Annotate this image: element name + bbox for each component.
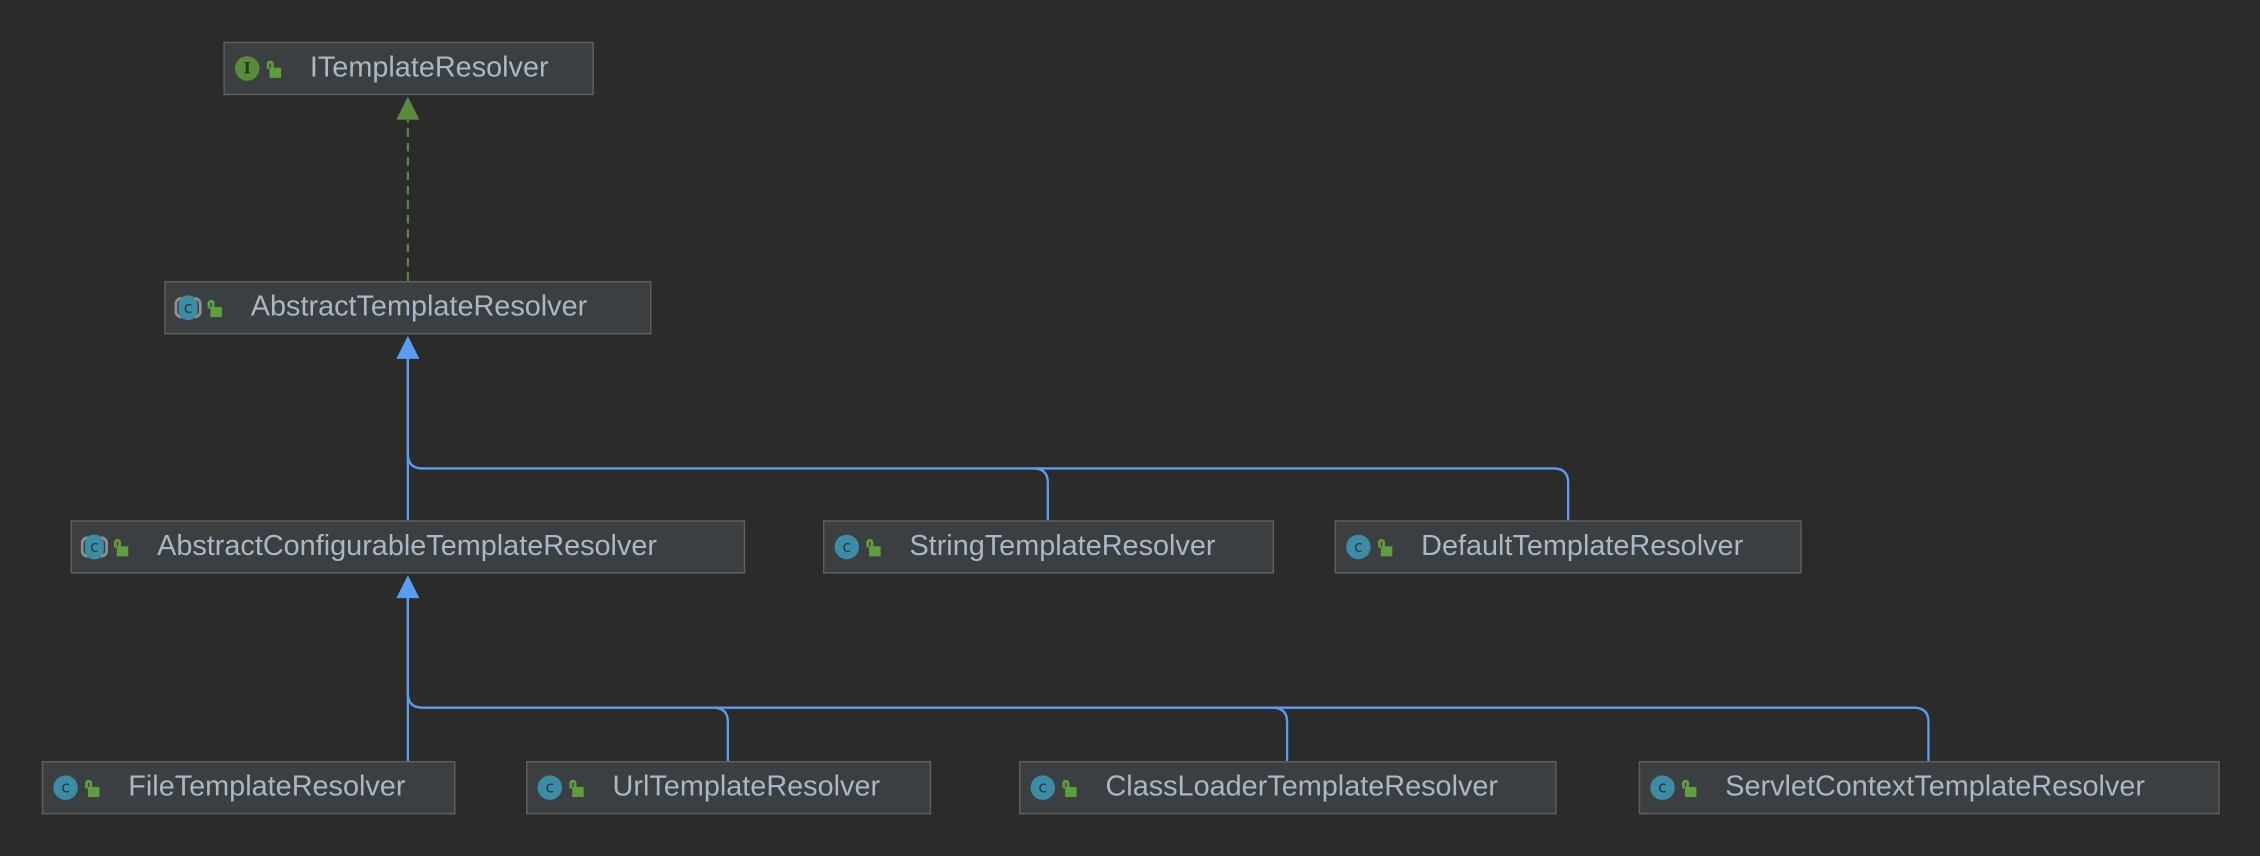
abstract-class-icon: c [80,534,109,560]
class-icon: c [53,775,78,800]
public-lock-icon [207,298,222,318]
node-label: ITemplateResolver [309,51,549,84]
node-abstractconfigurabletemplateresolver[interactable]: c AbstractConfigurableTemplateResolver [70,520,746,574]
class-icon: c [1346,534,1371,560]
public-lock-icon [1062,778,1077,798]
node-defaulttemplateresolver[interactable]: c DefaultTemplateResolver [1334,520,1802,574]
public-lock-icon [1377,537,1393,557]
uml-diagram-canvas: I ITemplateResolver c AbstractTemplateRe… [0,0,2260,856]
public-lock-icon [85,778,100,798]
public-lock-icon [1681,778,1697,798]
interface-icon: I [234,56,260,81]
edge-servletcontext-to-configurable [1272,706,1930,762]
abstract-class-icon: c [174,295,202,320]
node-label: UrlTemplateResolver [612,771,881,803]
public-lock-icon [866,537,881,557]
public-lock-icon [266,58,282,78]
edges-extends-level2 [406,598,1930,762]
extends-arrowhead-abstract [396,335,420,359]
node-filetemplateresolver[interactable]: c FileTemplateResolver [41,761,456,815]
edge-classloader-to-configurable [713,706,1289,762]
edge-default-to-abstract [1033,467,1570,521]
edge-implements [396,96,420,282]
node-urltemplateresolver[interactable]: c UrlTemplateResolver [526,761,932,815]
node-label: AbstractConfigurableTemplateResolver [157,530,658,563]
node-label: AbstractTemplateResolver [250,291,588,323]
node-stringtemplateresolver[interactable]: c StringTemplateResolver [822,520,1275,574]
node-label: DefaultTemplateResolver [1421,530,1744,563]
public-lock-icon [113,537,129,557]
class-icon: c [537,775,563,800]
class-icon: c [1030,775,1056,800]
edges-extends-level1 [406,358,1570,521]
edge-string-to-abstract [406,358,1049,521]
node-label: ServletContextTemplateResolver [1725,771,2146,803]
node-classloadertemplateresolver[interactable]: c ClassLoaderTemplateResolver [1018,761,1557,815]
node-servletcontexttemplateresolver[interactable]: c ServletContextTemplateResolver [1638,761,2220,815]
node-abstracttemplateresolver[interactable]: c AbstractTemplateResolver [164,281,652,335]
class-icon: c [834,534,860,560]
node-label: ClassLoaderTemplateResolver [1105,771,1499,803]
node-label: FileTemplateResolver [128,771,406,803]
implements-arrowhead [396,96,420,120]
node-label: StringTemplateResolver [909,530,1216,563]
edge-url-to-configurable [406,598,730,762]
public-lock-icon [569,778,584,798]
node-itemplateresolver[interactable]: I ITemplateResolver [223,41,594,96]
extends-arrowhead-configurable [396,575,420,599]
class-icon: c [1650,775,1675,800]
edges-layer [396,96,1930,762]
